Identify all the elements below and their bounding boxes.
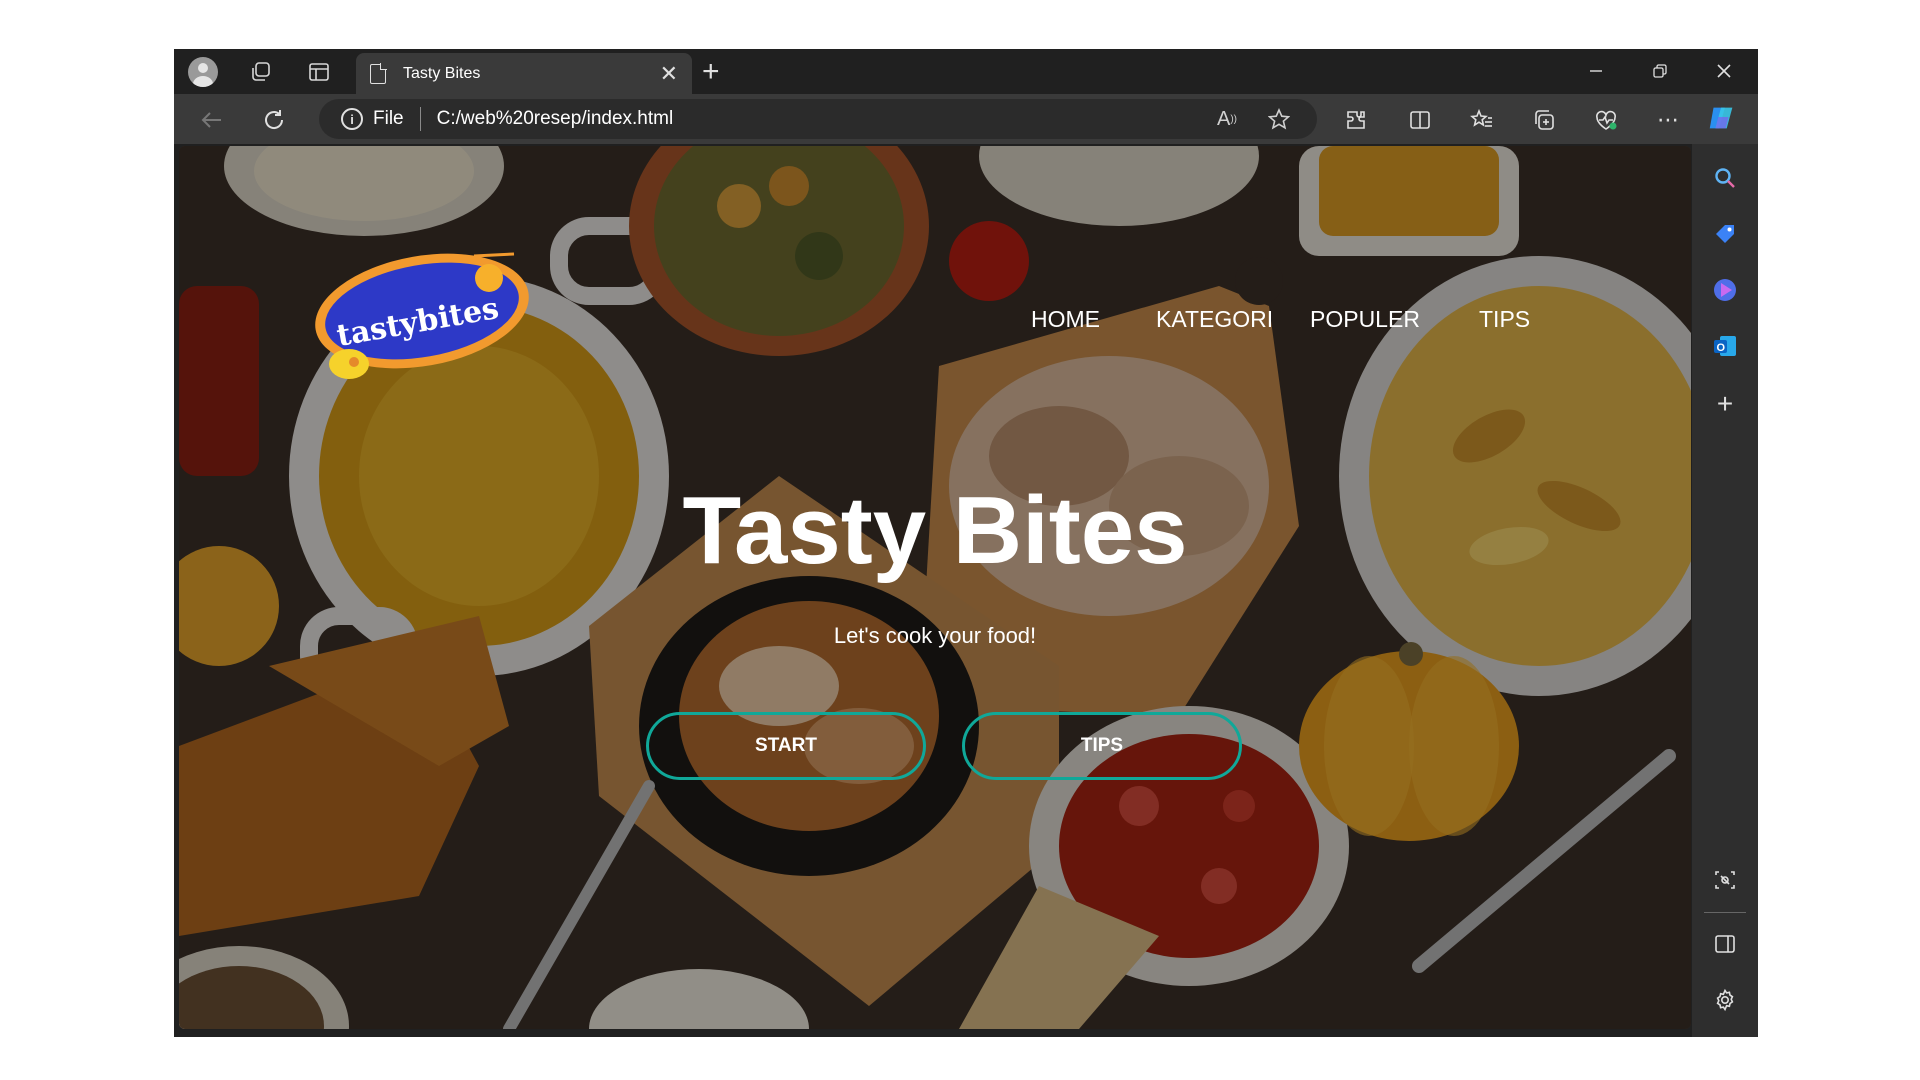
close-window-icon[interactable] <box>1704 55 1744 87</box>
favorite-star-icon[interactable] <box>1263 103 1295 135</box>
main-nav: HOME KATEGORI POPULER TIPS <box>179 306 1691 346</box>
back-icon[interactable] <box>196 104 228 136</box>
profile-avatar-icon[interactable] <box>188 57 218 87</box>
active-tab[interactable]: Tasty Bites ✕ <box>356 53 692 94</box>
browser-toolbar: i File C:/web%20resep/index.html A)) ⋯ <box>174 94 1758 144</box>
copilot-icon[interactable] <box>1706 102 1738 134</box>
shopping-tag-icon[interactable] <box>1705 214 1745 254</box>
screenshot-icon[interactable] <box>1705 860 1745 900</box>
minimize-icon[interactable] <box>1576 55 1616 87</box>
page-icon <box>370 62 387 84</box>
extensions-icon[interactable] <box>1340 104 1372 136</box>
close-tab-icon[interactable]: ✕ <box>660 62 678 85</box>
refresh-icon[interactable] <box>258 104 290 136</box>
outlook-icon[interactable]: O <box>1705 326 1745 366</box>
more-icon[interactable]: ⋯ <box>1652 104 1684 136</box>
hero-title: Tasty Bites <box>682 477 1188 584</box>
hero-subtitle: Let's cook your food! <box>833 623 1037 648</box>
address-scheme-label: File <box>373 108 404 129</box>
restore-icon[interactable] <box>1640 55 1680 87</box>
page-viewport: tastybites HOME KATEGORI POPULER TIPS Ta… <box>179 146 1691 1029</box>
info-icon[interactable]: i <box>341 108 363 130</box>
tips-button[interactable]: TIPS <box>962 712 1242 780</box>
svg-text:O: O <box>1717 342 1726 354</box>
nav-link-home[interactable]: HOME <box>1031 306 1100 333</box>
split-screen-icon[interactable] <box>1404 104 1436 136</box>
start-button[interactable]: START <box>646 712 926 780</box>
sidebar-divider <box>1704 912 1746 913</box>
add-icon[interactable]: + <box>1705 384 1745 424</box>
address-url[interactable]: C:/web%20resep/index.html <box>437 108 674 130</box>
collections-icon[interactable] <box>1528 104 1560 136</box>
tab-actions-icon[interactable] <box>304 57 334 87</box>
sidebar-panel-icon[interactable] <box>1705 924 1745 964</box>
tab-strip: Tasty Bites ✕ + <box>174 49 1758 94</box>
tab-title: Tasty Bites <box>403 64 481 82</box>
browser-window: Tasty Bites ✕ + i File C:/web%20resep/in… <box>174 49 1758 1037</box>
search-icon[interactable] <box>1705 158 1745 198</box>
browser-essentials-icon[interactable] <box>1590 104 1622 136</box>
edge-sidebar: O + <box>1692 144 1758 1037</box>
bing-icon[interactable] <box>1705 270 1745 310</box>
nav-link-tips[interactable]: TIPS <box>1479 306 1530 333</box>
nav-link-kategori[interactable]: KATEGORI <box>1156 306 1273 333</box>
workspaces-icon[interactable] <box>246 57 276 87</box>
new-tab-icon[interactable]: + <box>702 57 720 87</box>
settings-icon[interactable] <box>1705 980 1745 1020</box>
favorites-icon[interactable] <box>1466 104 1498 136</box>
address-divider <box>419 107 421 131</box>
address-bar[interactable]: i File C:/web%20resep/index.html A)) <box>319 99 1317 139</box>
nav-link-populer[interactable]: POPULER <box>1310 306 1420 333</box>
read-aloud-icon[interactable]: A)) <box>1211 103 1243 135</box>
